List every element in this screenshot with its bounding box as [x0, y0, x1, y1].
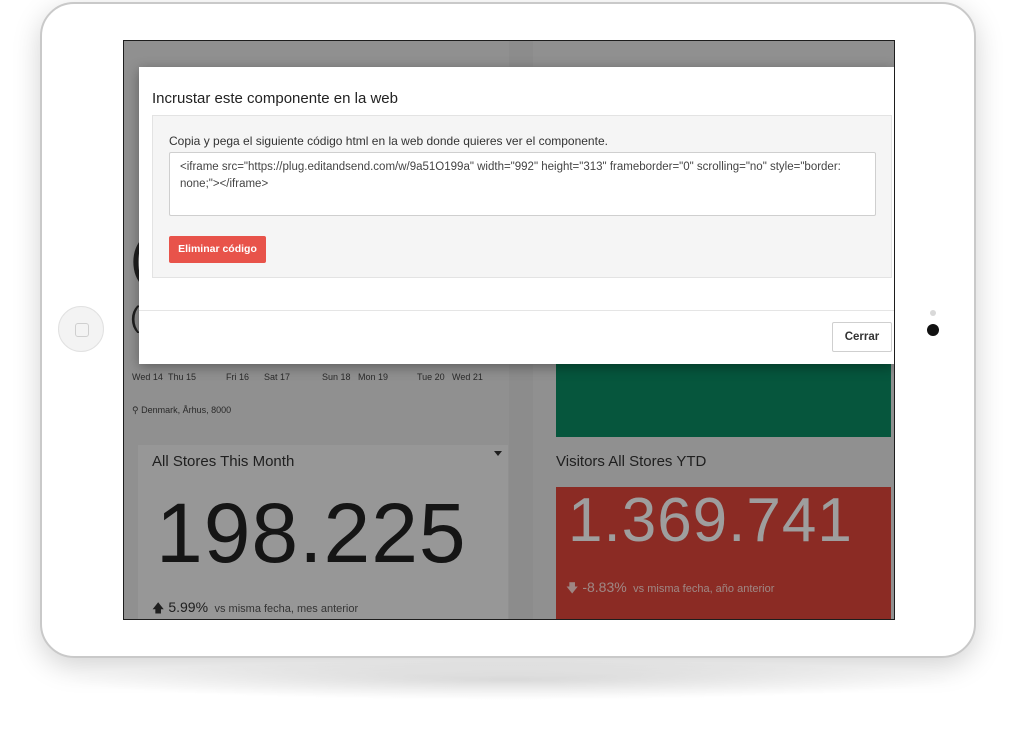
embed-modal: Incrustar este componente en la web Copi…	[139, 67, 894, 364]
camera-dot	[927, 324, 939, 336]
device-shadow	[60, 660, 960, 700]
delete-code-button[interactable]: Eliminar código	[169, 236, 266, 263]
modal-body: Copia y pega el siguiente código html en…	[152, 115, 892, 278]
home-button	[58, 306, 104, 352]
modal-title: Incrustar este componente en la web	[152, 90, 398, 107]
close-button[interactable]: Cerrar	[832, 322, 892, 352]
modal-instruction: Copia y pega el siguiente código html en…	[169, 134, 608, 148]
screen: ( ( Wed 14 Thu 15 Fri 16 Sat 17 Sun 18 M…	[123, 40, 895, 620]
modal-divider	[139, 310, 894, 311]
embed-code-textarea[interactable]: <iframe src="https://plug.editandsend.co…	[169, 152, 876, 216]
sensor-dot	[930, 310, 936, 316]
